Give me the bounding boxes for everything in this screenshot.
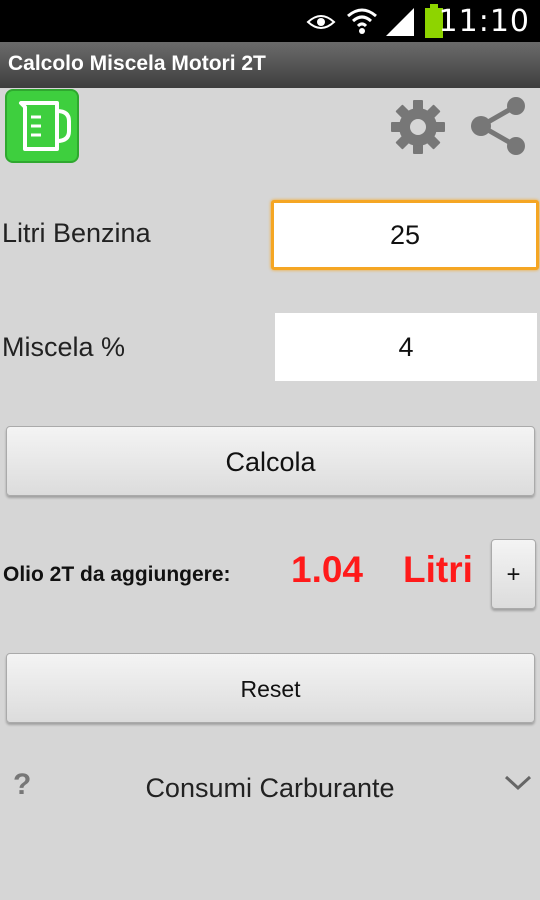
- measuring-jug-icon: [19, 101, 71, 151]
- litri-benzina-input[interactable]: 25: [271, 200, 539, 270]
- wifi-icon: [347, 8, 377, 34]
- share-icon[interactable]: [469, 96, 529, 156]
- status-bar: 11:10: [0, 0, 540, 42]
- chevron-down-icon[interactable]: [504, 774, 532, 792]
- eye-icon: [306, 15, 336, 29]
- signal-icon: [386, 8, 414, 36]
- app-logo[interactable]: [5, 89, 79, 163]
- reset-button[interactable]: Reset: [6, 653, 535, 723]
- status-time: 11:10: [438, 4, 530, 39]
- add-button[interactable]: +: [491, 539, 536, 609]
- litri-benzina-label: Litri Benzina: [2, 218, 151, 248]
- result-value: 1.04: [291, 549, 364, 590]
- title-bar: Calcolo Miscela Motori 2T: [0, 42, 540, 88]
- result-label: Olio 2T da aggiungere:: [3, 563, 231, 586]
- calcola-button[interactable]: Calcola: [6, 426, 535, 496]
- gear-icon[interactable]: [391, 100, 445, 154]
- app-title: Calcolo Miscela Motori 2T: [8, 52, 266, 75]
- consumi-carburante-section[interactable]: Consumi Carburante: [0, 773, 540, 804]
- miscela-input[interactable]: 4: [275, 313, 537, 381]
- miscela-label: Miscela %: [2, 332, 126, 362]
- result-unit: Litri: [403, 549, 473, 590]
